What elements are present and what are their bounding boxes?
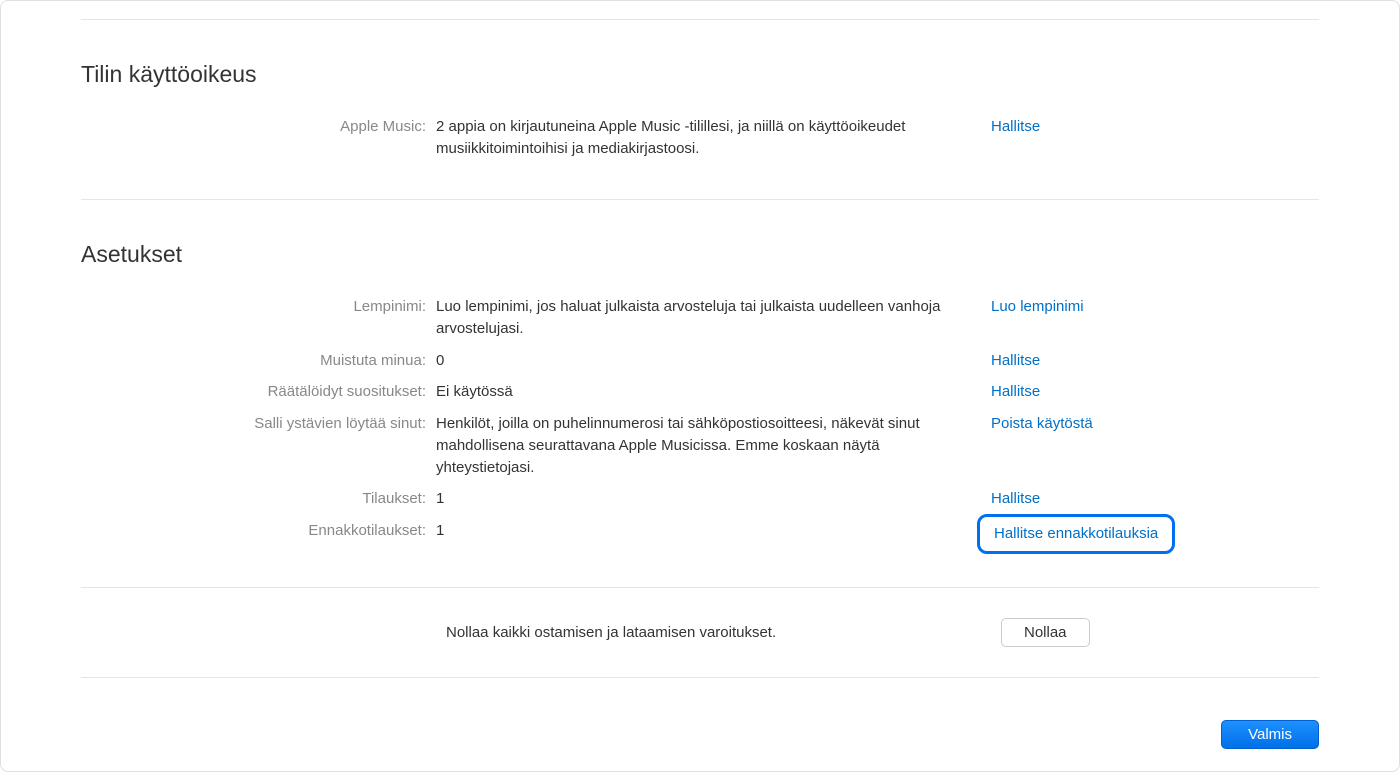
done-button[interactable]: Valmis <box>1221 720 1319 749</box>
reset-warnings-text: Nollaa kaikki ostamisen ja lataamisen va… <box>446 622 1001 644</box>
highlight-manage-preorders: Hallitse ennakkotilauksia <box>977 514 1175 554</box>
value-remind-me: 0 <box>436 350 991 372</box>
disable-friends-link[interactable]: Poista käytöstä <box>991 415 1093 432</box>
row-allow-friends: Salli ystävien löytää sinut: Henkilöt, j… <box>81 408 1319 483</box>
manage-subscriptions-link[interactable]: Hallitse <box>991 490 1040 507</box>
section-title-settings: Asetukset <box>81 200 1319 291</box>
label-nickname: Lempinimi: <box>81 296 436 318</box>
section-account-access: Tilin käyttöoikeus Apple Music: 2 appia … <box>81 20 1319 165</box>
value-nickname: Luo lempinimi, jos haluat julkaista arvo… <box>436 296 991 340</box>
row-personalized-recommendations: Räätälöidyt suositukset: Ei käytössä Hal… <box>81 376 1319 408</box>
label-personalized: Räätälöidyt suositukset: <box>81 381 436 403</box>
reset-button[interactable]: Nollaa <box>1001 618 1090 647</box>
row-preorders: Ennakkotilaukset: 1 Hallitse ennakkotila… <box>81 515 1319 553</box>
footer: Valmis <box>1221 720 1319 749</box>
section-title-access: Tilin käyttöoikeus <box>81 20 1319 111</box>
value-preorders: 1 <box>436 520 991 542</box>
section-settings: Asetukset Lempinimi: Luo lempinimi, jos … <box>81 200 1319 678</box>
row-subscriptions: Tilaukset: 1 Hallitse <box>81 483 1319 515</box>
label-subscriptions: Tilaukset: <box>81 488 436 510</box>
label-remind-me: Muistuta minua: <box>81 350 436 372</box>
row-nickname: Lempinimi: Luo lempinimi, jos haluat jul… <box>81 291 1319 345</box>
value-subscriptions: 1 <box>436 488 991 510</box>
label-allow-friends: Salli ystävien löytää sinut: <box>81 413 436 435</box>
value-apple-music: 2 appia on kirjautuneina Apple Music ‑ti… <box>436 116 991 160</box>
manage-personalized-link[interactable]: Hallitse <box>991 383 1040 400</box>
create-nickname-link[interactable]: Luo lempinimi <box>991 298 1084 315</box>
label-preorders: Ennakkotilaukset: <box>81 520 436 542</box>
account-settings-panel: Tilin käyttöoikeus Apple Music: 2 appia … <box>0 0 1400 772</box>
row-remind-me: Muistuta minua: 0 Hallitse <box>81 345 1319 377</box>
row-reset-warnings: Nollaa kaikki ostamisen ja lataamisen va… <box>81 588 1319 677</box>
divider <box>81 677 1319 678</box>
row-apple-music: Apple Music: 2 appia on kirjautuneina Ap… <box>81 111 1319 165</box>
manage-apple-music-link[interactable]: Hallitse <box>991 118 1040 135</box>
value-personalized: Ei käytössä <box>436 381 991 403</box>
manage-preorders-link[interactable]: Hallitse ennakkotilauksia <box>994 525 1158 542</box>
manage-remind-link[interactable]: Hallitse <box>991 352 1040 369</box>
label-apple-music: Apple Music: <box>81 116 436 138</box>
value-allow-friends: Henkilöt, joilla on puhelinnumerosi tai … <box>436 413 991 478</box>
